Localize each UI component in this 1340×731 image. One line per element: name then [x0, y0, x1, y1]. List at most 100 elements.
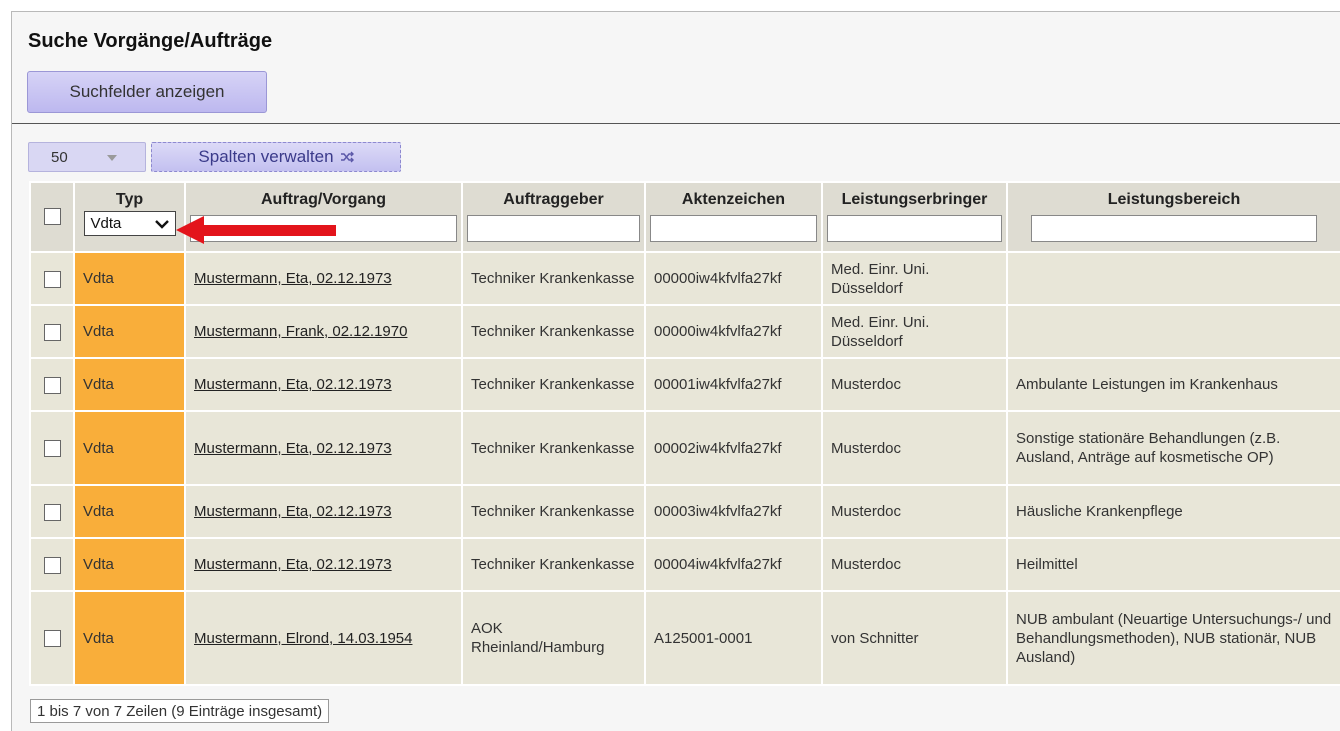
- cell-leistungsbereich: Ambulante Leistungen im Krankenhaus: [1006, 357, 1340, 412]
- cell-aktenzeichen: A125001-0001: [644, 590, 823, 686]
- cell-leistungserbringer: Musterdoc: [821, 410, 1008, 486]
- cell-leistungserbringer: von Schnitter: [821, 590, 1008, 686]
- cell-typ: Vdta: [73, 251, 186, 306]
- shuffle-icon: [340, 151, 354, 163]
- column-label-typ: Typ: [115, 191, 144, 208]
- manage-columns-label: Spalten verwalten: [198, 147, 334, 166]
- row-checkbox[interactable]: [43, 376, 61, 394]
- table-row[interactable]: Vdta Mustermann, Elrond, 14.03.1954 AOK Rh…: [29, 590, 1340, 686]
- column-header-leistungsbereich: Leistungsbereich: [1006, 181, 1340, 253]
- cell-leistungsbereich: [1006, 251, 1340, 306]
- pagination-info: 1 bis 7 von 7 Zeilen (9 Einträge insgesa…: [30, 699, 330, 723]
- cell-leistungsbereich: NUB ambulant (Neuartige Untersuchungs-/ …: [1006, 590, 1340, 686]
- manage-columns-button[interactable]: Spalten verwalten: [151, 142, 401, 172]
- table-row[interactable]: Vdta Mustermann, Eta, 02.12.1973 Techniker…: [29, 537, 1340, 592]
- row-select-cell: [29, 251, 75, 306]
- chevron-down-icon: [107, 155, 117, 161]
- auftrag-link[interactable]: Mustermann, Eta, 02.12.1973: [194, 503, 392, 520]
- divider: [12, 123, 1340, 124]
- column-header-aktenzeichen: Aktenzeichen: [644, 181, 823, 253]
- row-select-cell: [29, 357, 75, 412]
- auftrag-link[interactable]: Mustermann, Eta, 02.12.1973: [194, 270, 392, 287]
- select-all-checkbox[interactable]: [43, 208, 61, 226]
- cell-auftrag: Mustermann, Eta, 02.12.1973: [184, 357, 463, 412]
- page-size-select[interactable]: 50: [28, 142, 146, 172]
- cell-leistungserbringer: Musterdoc: [821, 484, 1008, 539]
- cell-leistungsbereich: [1006, 304, 1340, 359]
- cell-leistungsbereich: Sonstige stationäre Behandlungen (z.B. A…: [1006, 410, 1340, 486]
- cell-auftraggeber: Techniker Krankenkasse: [461, 537, 646, 592]
- cell-auftraggeber: AOK Rheinland/Hamburg: [461, 590, 646, 686]
- auftrag-link[interactable]: Mustermann, Eta, 02.12.1973: [194, 440, 392, 457]
- row-select-cell: [29, 410, 75, 486]
- cell-leistungserbringer: Med. Einr. Uni. Düsseldorf: [821, 251, 1008, 306]
- cell-aktenzeichen: 00002iw4kfvlfa27kf: [644, 410, 823, 486]
- cell-aktenzeichen: 00003iw4kfvlfa27kf: [644, 484, 823, 539]
- cell-auftrag: Mustermann, Eta, 02.12.1973: [184, 251, 463, 306]
- table-row[interactable]: Vdta Mustermann, Frank, 02.12.1970 Technik…: [29, 304, 1340, 359]
- cell-typ: Vdta: [73, 304, 186, 359]
- cell-typ: Vdta: [73, 590, 186, 686]
- red-arrow-left-icon: [176, 216, 336, 244]
- select-all-cell: [29, 181, 75, 253]
- row-select-cell: [29, 537, 75, 592]
- type-filter-value: Vdta: [90, 215, 122, 232]
- cell-auftrag: Mustermann, Eta, 02.12.1973: [184, 484, 463, 539]
- auftrag-link[interactable]: Mustermann, Frank, 02.12.1970: [194, 323, 407, 340]
- auftraggeber-filter-input[interactable]: [467, 215, 640, 242]
- row-select-cell: [29, 484, 75, 539]
- results-table: Typ Vdta Auftrag/Vorgang Auftraggeber Ak…: [29, 181, 1340, 686]
- cell-auftraggeber: Techniker Krankenkasse: [461, 251, 646, 306]
- cell-aktenzeichen: 00001iw4kfvlfa27kf: [644, 357, 823, 412]
- cell-aktenzeichen: 00000iw4kfvlfa27kf: [644, 251, 823, 306]
- cell-leistungsbereich: Heilmittel: [1006, 537, 1340, 592]
- cell-auftrag: Mustermann, Eta, 02.12.1973: [184, 410, 463, 486]
- page-title: Suche Vorgänge/Aufträge: [28, 30, 273, 52]
- row-checkbox[interactable]: [43, 503, 61, 521]
- cell-auftraggeber: Techniker Krankenkasse: [461, 357, 646, 412]
- cell-aktenzeichen: 00000iw4kfvlfa27kf: [644, 304, 823, 359]
- column-label-leistungsbereich: Leistungsbereich: [1107, 191, 1241, 208]
- column-label-auftrag: Auftrag/Vorgang: [260, 191, 387, 208]
- row-checkbox[interactable]: [43, 270, 61, 288]
- row-select-cell: [29, 590, 75, 686]
- cell-leistungserbringer: Musterdoc: [821, 537, 1008, 592]
- column-header-leistungserbringer: Leistungserbringer: [821, 181, 1008, 253]
- row-select-cell: [29, 304, 75, 359]
- column-label-aktenzeichen: Aktenzeichen: [681, 191, 786, 208]
- row-checkbox[interactable]: [43, 556, 61, 574]
- column-header-typ: Typ Vdta: [73, 181, 186, 253]
- column-header-auftraggeber: Auftraggeber: [461, 181, 646, 253]
- cell-auftrag: Mustermann, Elrond, 14.03.1954: [184, 590, 463, 686]
- table-row[interactable]: Vdta Mustermann, Eta, 02.12.1973 Techniker…: [29, 410, 1340, 486]
- cell-typ: Vdta: [73, 357, 186, 412]
- auftrag-link[interactable]: Mustermann, Eta, 02.12.1973: [194, 376, 392, 393]
- table-row[interactable]: Vdta Mustermann, Eta, 02.12.1973 Techniker…: [29, 484, 1340, 539]
- cell-auftrag: Mustermann, Eta, 02.12.1973: [184, 537, 463, 592]
- cell-leistungserbringer: Med. Einr. Uni. Düsseldorf: [821, 304, 1008, 359]
- table-row[interactable]: Vdta Mustermann, Eta, 02.12.1973 Techniker…: [29, 357, 1340, 412]
- type-filter-select[interactable]: Vdta: [83, 211, 176, 236]
- row-checkbox[interactable]: [43, 323, 61, 341]
- cell-auftraggeber: Techniker Krankenkasse: [461, 484, 646, 539]
- cell-typ: Vdta: [73, 410, 186, 486]
- show-search-fields-button[interactable]: Suchfelder anzeigen: [27, 71, 267, 113]
- column-label-auftraggeber: Auftraggeber: [503, 191, 604, 208]
- leistungsbereich-filter-input[interactable]: [1031, 215, 1317, 242]
- cell-typ: Vdta: [73, 537, 186, 592]
- cell-auftraggeber: Techniker Krankenkasse: [461, 410, 646, 486]
- cell-auftraggeber: Techniker Krankenkasse: [461, 304, 646, 359]
- leistungserbringer-filter-input[interactable]: [827, 215, 1002, 242]
- auftrag-link[interactable]: Mustermann, Elrond, 14.03.1954: [194, 630, 412, 647]
- cell-typ: Vdta: [73, 484, 186, 539]
- aktenzeichen-filter-input[interactable]: [650, 215, 817, 242]
- table-row[interactable]: Vdta Mustermann, Eta, 02.12.1973 Techniker…: [29, 251, 1340, 306]
- auftrag-link[interactable]: Mustermann, Eta, 02.12.1973: [194, 556, 392, 573]
- row-checkbox[interactable]: [43, 630, 61, 648]
- cell-leistungsbereich: Häusliche Krankenpflege: [1006, 484, 1340, 539]
- column-label-leistungserbringer: Leistungserbringer: [841, 191, 988, 208]
- page-size-value: 50: [51, 148, 68, 166]
- chevron-down-icon: [154, 219, 169, 229]
- row-checkbox[interactable]: [43, 440, 61, 458]
- cell-auftrag: Mustermann, Frank, 02.12.1970: [184, 304, 463, 359]
